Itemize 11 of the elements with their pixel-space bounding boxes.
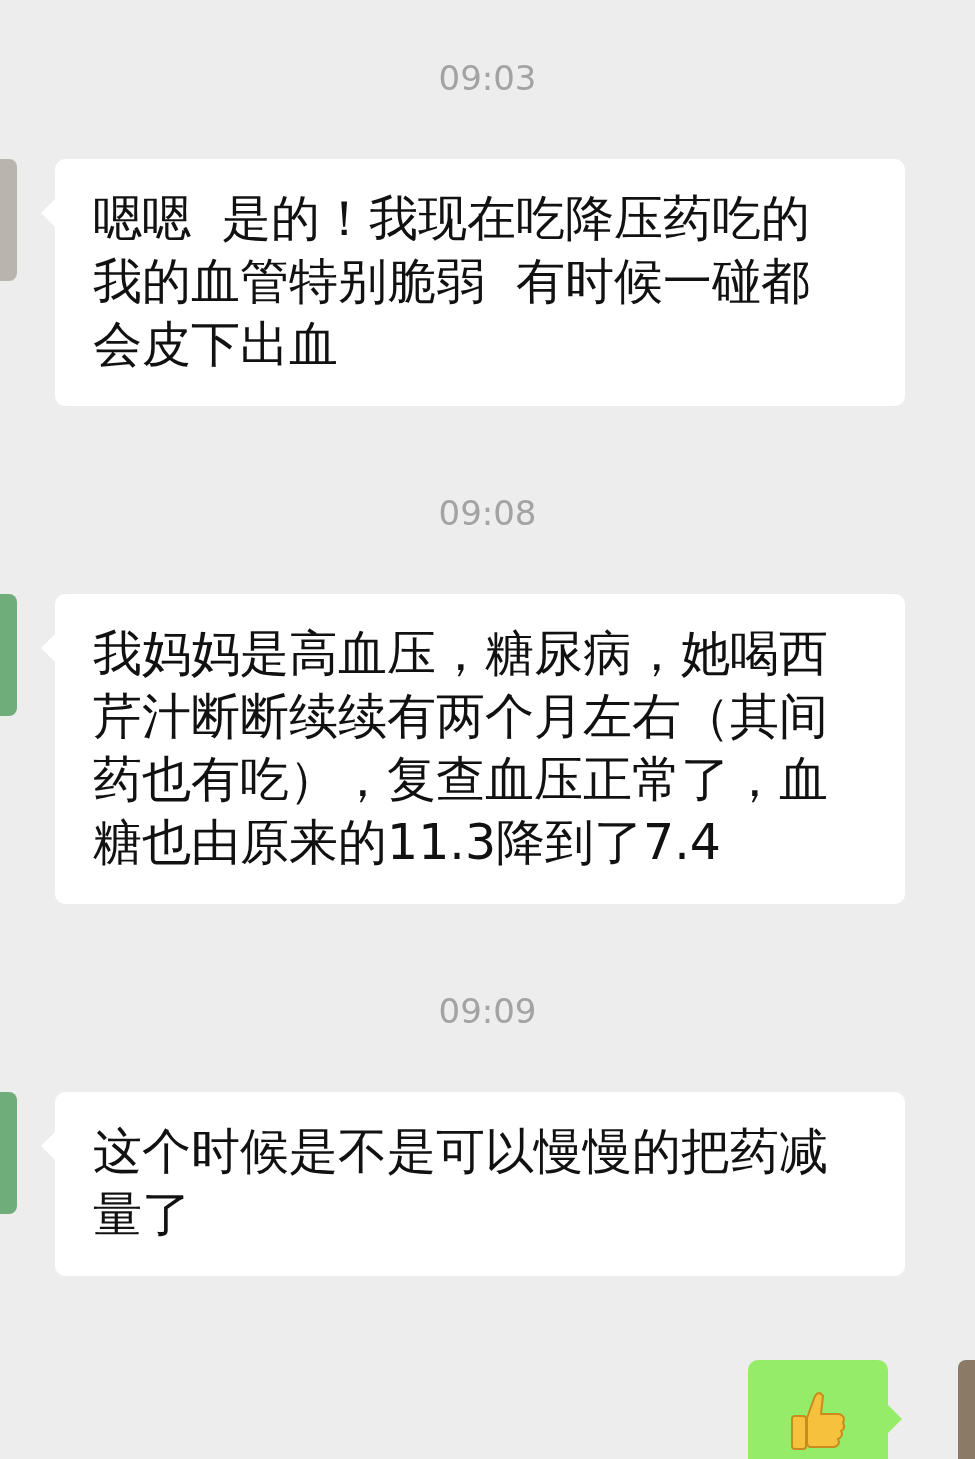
avatar-photo-placeholder[interactable]	[0, 1092, 17, 1214]
message-bubble: 这个时候是不是可以慢慢的把药减量了	[55, 1092, 905, 1276]
timestamp: 09:03	[438, 58, 537, 98]
timestamp: 09:09	[438, 991, 537, 1031]
avatar-photo-placeholder[interactable]	[0, 594, 17, 716]
avatar-photo-placeholder[interactable]	[0, 159, 17, 281]
message-bubble: 我妈妈是高血压，糖尿病，她喝西芹汁断断续续有两个月左右（其间药也有吃），复查血压正常了，血糖也由原来的11.3降到了7.4	[55, 594, 905, 904]
message-bubble: 嗯嗯 是的！我现在吃降压药吃的我的血管特别脆弱 有时候一碰都会皮下出血	[55, 159, 905, 406]
avatar-photo-placeholder[interactable]	[958, 1360, 975, 1459]
timestamp: 09:08	[438, 493, 537, 533]
thumbs-up-icon	[789, 1390, 847, 1452]
